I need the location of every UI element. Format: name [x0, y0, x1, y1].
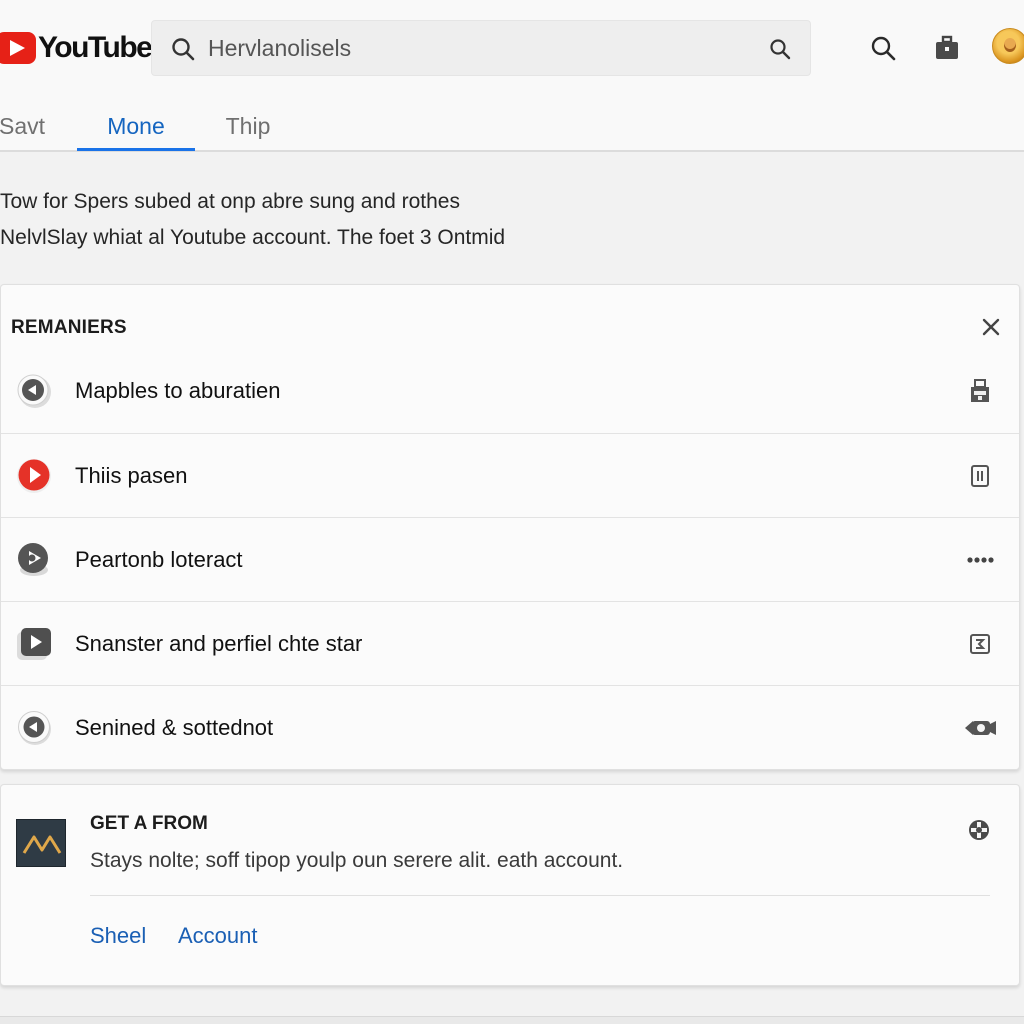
play-circle-icon	[15, 540, 53, 578]
tab-bar: Savt Mone Thip	[0, 96, 1024, 152]
list-item-label: Thiis pasen	[75, 462, 188, 488]
bottom-border	[0, 1016, 1024, 1024]
close-icon	[982, 318, 1000, 336]
back-circle-icon	[15, 371, 53, 409]
youtube-logo-icon	[0, 32, 36, 64]
youtube-logo[interactable]: YouTube	[0, 30, 153, 66]
camera-icon[interactable]	[963, 711, 997, 745]
search-button[interactable]	[865, 30, 901, 66]
document-icon[interactable]	[963, 459, 997, 493]
list-item[interactable]: Thiis pasen	[1, 433, 1019, 517]
search-submit-icon[interactable]	[768, 37, 792, 66]
sheel-link[interactable]: Sheel	[90, 923, 146, 949]
back-circle-icon	[15, 708, 53, 746]
export-icon[interactable]	[963, 627, 997, 661]
tab-mone[interactable]: Mone	[96, 104, 176, 148]
tab-thip[interactable]: Thip	[220, 104, 276, 148]
red-play-icon	[15, 456, 53, 494]
reminders-title: REMANIERS	[11, 317, 127, 338]
get-card-title: GET A FROM	[90, 813, 208, 834]
intro-line-2: NelvlSlay whiat al Youtube account. The …	[0, 226, 506, 249]
lock-icon[interactable]	[963, 374, 997, 408]
list-item[interactable]: Senined & sottednot	[1, 685, 1019, 769]
app-thumbnail	[16, 819, 66, 867]
avatar[interactable]	[992, 28, 1024, 64]
more-dots-icon[interactable]	[963, 543, 997, 577]
list-item-label: Senined & sottednot	[75, 714, 274, 740]
intro-line-1: Tow for Spers subed at onp abre sung and…	[0, 190, 460, 213]
search-input[interactable]	[208, 31, 768, 65]
settings-icon[interactable]	[966, 817, 992, 843]
intro-text: Tow for Spers subed at onp abre sung and…	[0, 184, 1020, 256]
list-item[interactable]: Snanster and perfiel chte star	[1, 601, 1019, 685]
reminders-card: REMANIERS Mapbles to aburatien Thiis pas…	[0, 284, 1020, 770]
search-bar[interactable]	[151, 20, 811, 76]
top-header: YouTube	[0, 0, 1024, 96]
list-item-label: Snanster and perfiel chte star	[75, 630, 363, 656]
briefcase-button[interactable]	[929, 30, 965, 66]
active-tab-indicator	[77, 148, 195, 151]
list-item[interactable]: Mapbles to aburatien	[1, 349, 1019, 433]
list-item-label: Peartonb loteract	[75, 546, 243, 572]
list-item[interactable]: Peartonb loteract	[1, 517, 1019, 601]
get-card-description: Stays nolte; soff tipop youlp oun serere…	[90, 849, 624, 872]
briefcase-icon	[936, 35, 958, 59]
logo-text: YouTube	[38, 31, 153, 64]
get-card: GET A FROM Stays nolte; soff tipop youlp…	[0, 784, 1020, 986]
search-icon	[170, 36, 196, 67]
play-square-icon	[15, 624, 53, 662]
tab-savt[interactable]: Savt	[0, 104, 45, 148]
search-icon	[871, 36, 896, 61]
divider	[90, 895, 990, 896]
close-button[interactable]	[977, 313, 1005, 341]
account-link[interactable]: Account	[178, 923, 258, 949]
list-item-label: Mapbles to aburatien	[75, 378, 281, 403]
